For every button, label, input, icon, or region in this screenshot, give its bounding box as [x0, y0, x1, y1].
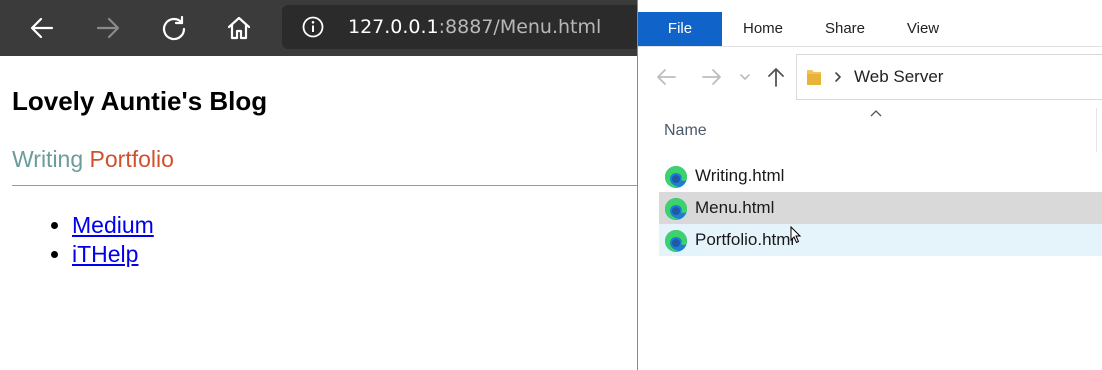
ribbon-tabs: File Home Share View — [638, 12, 1102, 46]
file-row-menu[interactable]: Menu.html — [659, 192, 1102, 224]
page-title: Lovely Auntie's Blog — [12, 86, 268, 116]
link-ithelp[interactable]: iTHelp — [72, 241, 138, 267]
url-text[interactable]: 127.0.0.1:8887/Menu.html — [348, 16, 601, 38]
forward-arrow-icon — [96, 17, 120, 39]
refresh-button[interactable] — [156, 10, 192, 46]
forward-arrow-icon[interactable] — [700, 65, 724, 89]
tab-home[interactable]: Home — [730, 12, 796, 46]
recent-locations-chevron-down-icon[interactable] — [738, 65, 752, 89]
forward-button[interactable] — [90, 10, 126, 46]
nav-portfolio[interactable]: Portfolio — [90, 146, 174, 172]
link-medium[interactable]: Medium — [72, 212, 154, 238]
back-arrow-icon[interactable] — [654, 65, 678, 89]
refresh-icon — [162, 15, 186, 41]
edge-html-file-icon — [665, 198, 687, 220]
tab-file[interactable]: File — [638, 12, 722, 46]
url-path: :8887/Menu.html — [438, 16, 602, 38]
column-header: Name — [638, 108, 1102, 152]
breadcrumb-web-server[interactable]: Web Server — [854, 67, 943, 87]
tab-view[interactable]: View — [896, 12, 950, 46]
back-arrow-icon — [30, 17, 54, 39]
chevron-right-icon[interactable] — [833, 69, 843, 85]
back-button[interactable] — [24, 10, 60, 46]
browser-window: 127.0.0.1:8887/Menu.html Lovely Auntie's… — [0, 0, 642, 370]
nav-writing[interactable]: Writing — [12, 146, 83, 172]
explorer-navigation-bar: Web Server — [638, 47, 1102, 107]
address-bar[interactable]: 127.0.0.1:8887/Menu.html — [282, 5, 642, 49]
title-bar — [638, 0, 1102, 12]
home-icon — [227, 16, 251, 40]
up-arrow-icon[interactable] — [764, 65, 788, 89]
mouse-cursor-icon — [790, 226, 802, 244]
file-row-portfolio[interactable]: Portfolio.html — [659, 224, 1102, 256]
file-row-writing[interactable]: Writing.html — [659, 160, 1102, 192]
edge-html-file-icon — [665, 166, 687, 188]
sort-ascending-icon — [870, 110, 882, 117]
edge-html-file-icon — [665, 230, 687, 252]
file-name: Menu.html — [695, 198, 775, 217]
file-explorer-window: File Home Share View Web Server Name Wri… — [637, 0, 1102, 370]
link-list: Medium iTHelp — [50, 211, 154, 269]
info-icon[interactable] — [302, 16, 324, 38]
folder-icon — [807, 70, 821, 85]
home-button[interactable] — [221, 10, 257, 46]
list-item: Medium — [72, 211, 154, 240]
tab-share[interactable]: Share — [814, 12, 876, 46]
file-name: Writing.html — [695, 166, 785, 185]
horizontal-rule — [12, 185, 640, 186]
file-name: Portfolio.html — [695, 230, 795, 249]
url-host: 127.0.0.1 — [348, 16, 439, 38]
blog-nav: Writing Portfolio — [12, 146, 174, 173]
page-content: Lovely Auntie's Blog Writing Portfolio M… — [0, 56, 640, 370]
browser-toolbar: 127.0.0.1:8887/Menu.html — [0, 0, 642, 56]
column-divider[interactable] — [1096, 108, 1097, 152]
list-item: iTHelp — [72, 240, 154, 269]
address-breadcrumb[interactable]: Web Server — [796, 54, 1102, 100]
column-name-header[interactable]: Name — [664, 122, 707, 140]
